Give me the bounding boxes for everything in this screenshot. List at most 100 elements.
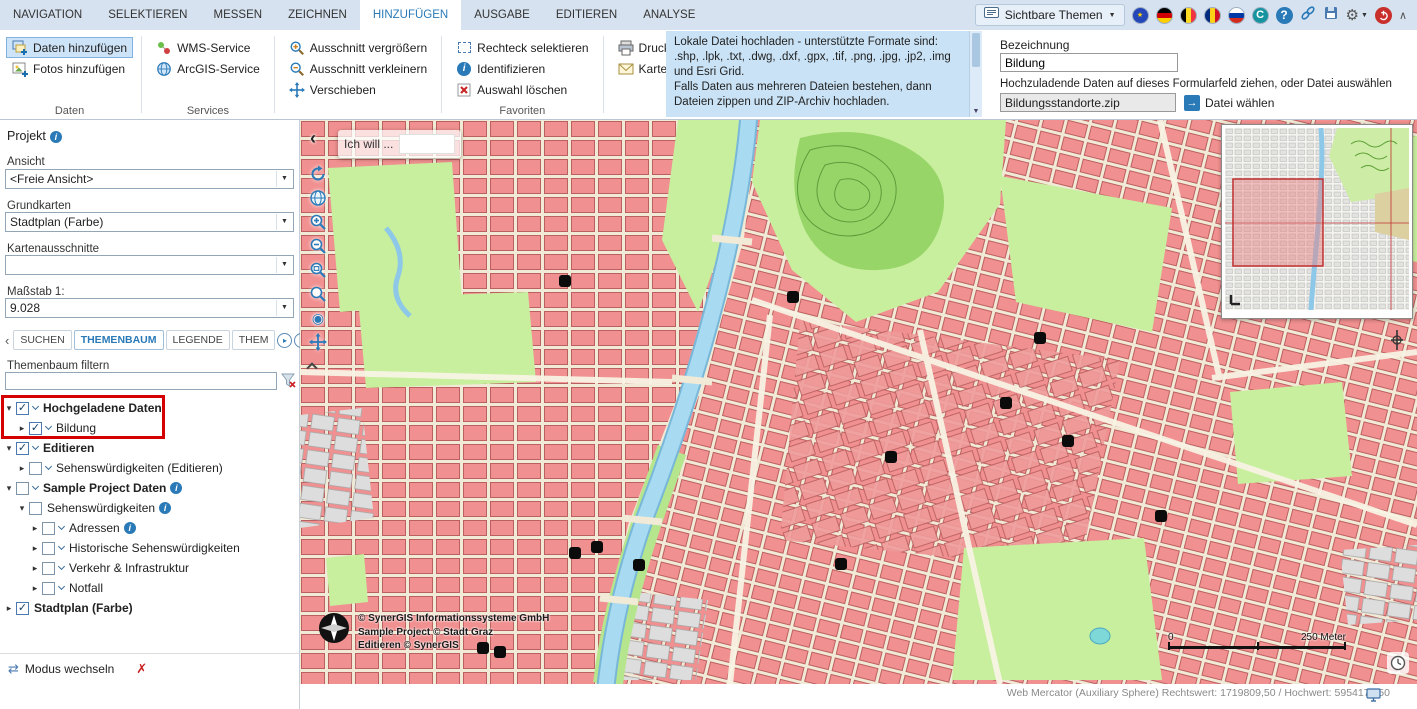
menu-tab-analyse[interactable]: ANALYSE — [630, 0, 708, 30]
zoom-out-button[interactable]: Ausschnitt verkleinern — [283, 58, 433, 79]
layer-menu-chevron-icon[interactable] — [32, 483, 39, 490]
iwill-box[interactable]: Ich will ... — [338, 130, 461, 158]
panel-tab-them[interactable]: THEM — [232, 330, 276, 350]
panel-tab-legende[interactable]: LEGENDE — [166, 330, 230, 350]
layer-menu-chevron-icon[interactable] — [58, 563, 65, 570]
visible-themes-button[interactable]: Sichtbare Themen ▼ — [975, 4, 1125, 26]
refresh-icon[interactable] — [308, 164, 328, 184]
layer-checkbox[interactable] — [42, 522, 55, 535]
layer-menu-chevron-icon[interactable] — [45, 463, 52, 470]
layer-checkbox[interactable]: ✓ — [16, 442, 29, 455]
tree-expander-icon[interactable]: ▸ — [29, 583, 41, 594]
layer-checkbox[interactable] — [29, 462, 42, 475]
layer-menu-chevron-icon[interactable] — [58, 543, 65, 550]
logout-power-button[interactable] — [1375, 7, 1392, 24]
tree-expander-icon[interactable]: ▾ — [3, 403, 15, 414]
flag-crescent-icon[interactable]: C — [1252, 7, 1269, 24]
iwill-input[interactable] — [399, 134, 455, 154]
flag-russia-icon[interactable] — [1228, 7, 1245, 24]
info-icon[interactable]: i — [159, 502, 171, 514]
tree-item-stadtplan-farbe[interactable]: ▸✓Stadtplan (Farbe) — [0, 598, 299, 618]
tree-item-notfall[interactable]: ▸Notfall — [0, 578, 299, 598]
time-slider-icon[interactable] — [1387, 652, 1409, 674]
tree-item-adressen[interactable]: ▸Adresseni — [0, 518, 299, 538]
collapse-ribbon-icon[interactable]: ∧ — [1399, 9, 1407, 22]
layer-checkbox[interactable]: ✓ — [16, 602, 29, 615]
tree-expander-icon[interactable]: ▾ — [3, 483, 15, 494]
flag-german-icon[interactable] — [1156, 7, 1173, 24]
overview-globe-icon[interactable] — [308, 188, 328, 208]
zoom-full-extent-icon[interactable] — [308, 284, 328, 304]
add-photos-button[interactable]: Fotos hinzufügen — [6, 58, 133, 79]
layer-menu-chevron-icon[interactable] — [45, 423, 52, 430]
menu-tab-navigation[interactable]: NAVIGATION — [0, 0, 95, 30]
scrollbar-down-icon[interactable]: ▼ — [970, 107, 982, 116]
tree-item-hochgeladene-daten[interactable]: ▾✓Hochgeladene Daten — [0, 398, 299, 418]
layer-checkbox[interactable]: ✓ — [16, 402, 29, 415]
clear-filter-icon[interactable] — [281, 373, 297, 391]
panel-tab-themenbaum[interactable]: THEMENBAUM — [74, 330, 164, 350]
add-data-button[interactable]: Daten hinzufügen — [6, 37, 133, 58]
arcgis-service-button[interactable]: ArcGIS-Service — [150, 58, 266, 79]
zoom-in-tool-icon[interactable] — [308, 212, 328, 232]
theme-filter-input[interactable] — [5, 372, 277, 390]
center-map-icon[interactable]: ◉ — [308, 308, 328, 328]
panel-tab-suchen[interactable]: SUCHEN — [13, 330, 71, 350]
panel-tabs-scroll-right-icon[interactable]: ▸ — [277, 333, 292, 348]
map-viewport[interactable]: Ich will ... ‹ — [300, 120, 1417, 684]
flag-eu-icon[interactable]: ★ — [1132, 7, 1149, 24]
choose-file-button[interactable]: → Datei wählen — [1184, 93, 1274, 112]
pan-button[interactable]: Verschieben — [283, 79, 433, 100]
layer-checkbox[interactable] — [29, 502, 42, 515]
tree-expander-icon[interactable]: ▸ — [29, 523, 41, 534]
tree-item-verkehr-infrastruktur[interactable]: ▸Verkehr & Infrastruktur — [0, 558, 299, 578]
clear-selection-button[interactable]: Auswahl löschen — [450, 79, 594, 100]
tree-expander-icon[interactable]: ▾ — [3, 443, 15, 454]
menu-tab-hinzufügen[interactable]: HINZUFÜGEN — [360, 0, 461, 30]
panel-tabs-scroll-left-icon[interactable]: ‹ — [3, 333, 11, 348]
info-panel-scrollbar[interactable]: ▼ — [969, 31, 982, 117]
menu-tab-editieren[interactable]: EDITIEREN — [543, 0, 630, 30]
layer-menu-chevron-icon[interactable] — [32, 403, 39, 410]
tree-item-sehenswürdigkeiten-editieren[interactable]: ▸Sehenswürdigkeiten (Editieren) — [0, 458, 299, 478]
tree-item-sample-project-daten[interactable]: ▾Sample Project Dateni — [0, 478, 299, 498]
save-icon[interactable] — [1323, 5, 1339, 26]
extent-select[interactable]: ▼ — [5, 255, 294, 275]
tree-expander-icon[interactable]: ▾ — [16, 503, 28, 514]
info-icon[interactable]: i — [170, 482, 182, 494]
identify-button[interactable]: i Identifizieren — [450, 58, 594, 79]
tree-item-historische-sehenswürdigkeiten[interactable]: ▸Historische Sehenswürdigkeiten — [0, 538, 299, 558]
pan-tool-icon[interactable] — [308, 332, 328, 352]
view-select[interactable]: <Freie Ansicht> ▼ — [5, 169, 294, 189]
collapse-sidebar-icon[interactable]: ‹ — [310, 128, 316, 149]
tree-expander-icon[interactable]: ▸ — [29, 543, 41, 554]
tree-expander-icon[interactable]: ▸ — [3, 603, 15, 614]
tree-expander-icon[interactable]: ▸ — [16, 423, 28, 434]
menu-tab-messen[interactable]: MESSEN — [200, 0, 275, 30]
scrollbar-thumb[interactable] — [972, 33, 980, 67]
settings-button[interactable]: ⚙ ▼ — [1346, 7, 1368, 24]
info-icon[interactable]: i — [124, 522, 136, 534]
layer-menu-chevron-icon[interactable] — [58, 523, 65, 530]
zoom-in-button[interactable]: Ausschnitt vergrößern — [283, 37, 433, 58]
menu-tab-ausgabe[interactable]: AUSGABE — [461, 0, 543, 30]
layer-checkbox[interactable] — [42, 542, 55, 555]
tree-expander-icon[interactable]: ▸ — [16, 463, 28, 474]
tree-item-bildung[interactable]: ▸✓Bildung — [0, 418, 299, 438]
rect-select-button[interactable]: Rechteck selektieren — [450, 37, 594, 58]
tree-item-sehenswürdigkeiten[interactable]: ▾Sehenswürdigkeiteni — [0, 498, 299, 518]
help-button[interactable]: ? — [1276, 7, 1293, 24]
layer-checkbox[interactable] — [16, 482, 29, 495]
zoom-out-tool-icon[interactable] — [308, 236, 328, 256]
session-monitor-icon[interactable] — [1366, 688, 1381, 707]
delete-redlining-icon[interactable]: ✗ — [136, 661, 147, 677]
layer-menu-chevron-icon[interactable] — [58, 583, 65, 590]
scale-select[interactable]: 9.028 ▼ — [5, 298, 294, 318]
layer-menu-chevron-icon[interactable] — [32, 443, 39, 450]
flag-romania-icon[interactable] — [1204, 7, 1221, 24]
tree-item-editieren[interactable]: ▾✓Editieren — [0, 438, 299, 458]
upload-file-field[interactable] — [1000, 93, 1176, 112]
coordinate-crosshair-icon[interactable] — [1388, 330, 1406, 355]
overview-minimap[interactable] — [1221, 124, 1413, 319]
menu-tab-selektieren[interactable]: SELEKTIEREN — [95, 0, 200, 30]
